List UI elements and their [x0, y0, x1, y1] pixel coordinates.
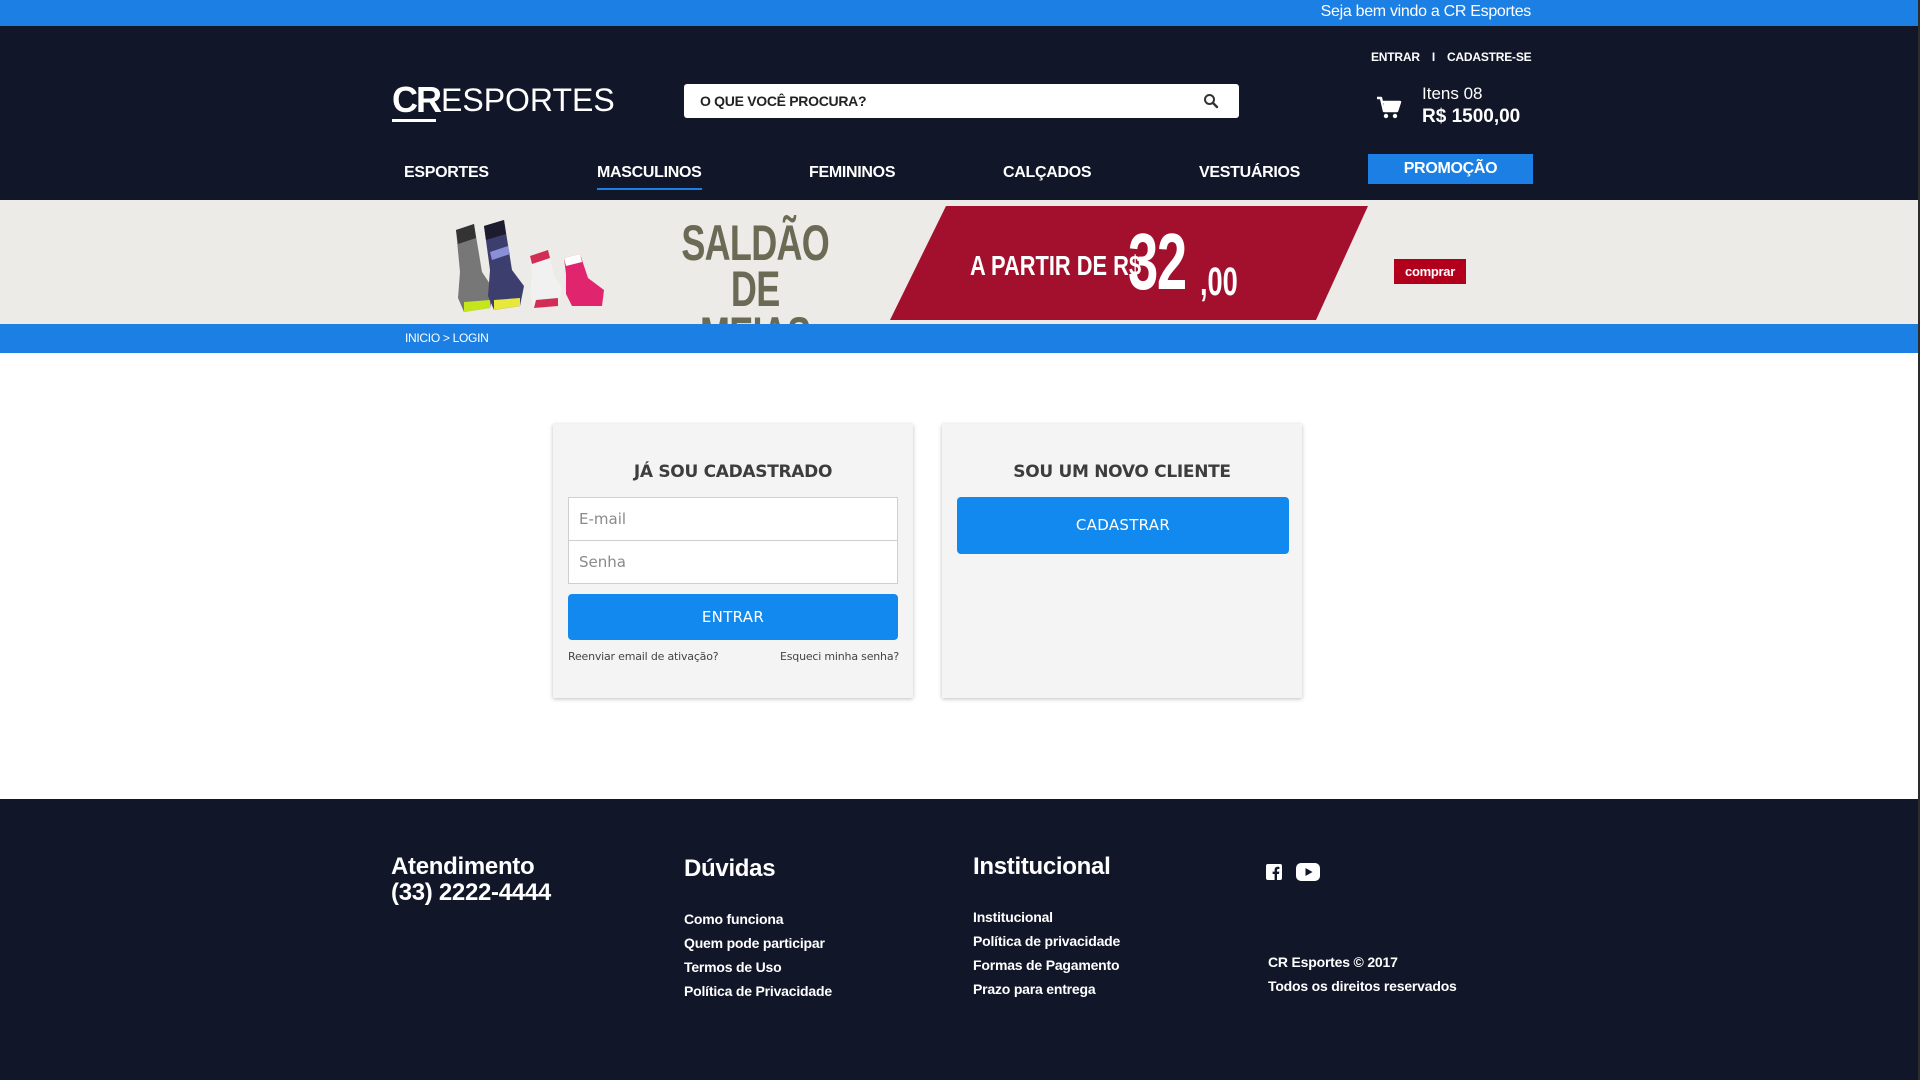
nav-item-calcados[interactable]: CALÇADOS	[1003, 164, 1092, 182]
footer-institutional-links: Institucional Política de privacidade Fo…	[973, 905, 1120, 1001]
site-header: ENTRAR I CADASTRE-SE CR ESPORTES Itens 0…	[0, 26, 1920, 200]
login-panel: JÁ SOU CADASTRADO ENTRAR Reenviar email …	[553, 424, 913, 698]
email-field[interactable]	[568, 497, 898, 541]
logo-light: ESPORTES	[441, 82, 615, 118]
search-box	[684, 84, 1239, 118]
socks-image	[456, 220, 604, 312]
login-title: JÁ SOU CADASTRADO	[633, 462, 833, 482]
facebook-icon[interactable]	[1266, 864, 1282, 880]
password-field[interactable]	[568, 540, 898, 584]
search-icon[interactable]	[1203, 93, 1219, 109]
footer-copyright: CR Esportes © 2017 Todos os direitos res…	[1268, 950, 1457, 998]
footer-faq-link[interactable]: Termos de Uso	[684, 955, 832, 979]
footer-faq-link[interactable]: Quem pode participar	[684, 931, 832, 955]
footer-institutional-link[interactable]: Prazo para entrega	[973, 977, 1120, 1001]
auth-separator: I	[1431, 50, 1435, 64]
banner-headline-1: SALDÃO	[681, 215, 830, 271]
footer-contact-title: Atendimento	[391, 853, 535, 880]
footer-phone: (33) 2222-4444	[391, 879, 551, 906]
register-button[interactable]: CADASTRAR	[957, 497, 1289, 554]
footer-institutional-link[interactable]: Institucional	[973, 905, 1120, 929]
banner-from-label: A PARTIR DE R$	[970, 250, 1142, 281]
cart-items: Itens 08	[1422, 84, 1483, 103]
nav-item-masculinos[interactable]: MASCULINOS	[597, 164, 702, 190]
footer-faq-title: Dúvidas	[684, 855, 776, 882]
main-nav: ESPORTES MASCULINOS FEMININOS CALÇADOS V…	[0, 152, 1920, 198]
nav-item-vestuarios[interactable]: VESTUÁRIOS	[1199, 164, 1300, 182]
copyright-line-1: CR Esportes © 2017	[1268, 954, 1398, 970]
logo-bold: CR	[392, 79, 442, 122]
resend-activation-link[interactable]: Reenviar email de ativação?	[568, 650, 719, 663]
banner-price-cents: ,00	[1200, 260, 1238, 304]
banner-headline: SALDÃO DE MEIAS	[676, 215, 834, 324]
forgot-password-link[interactable]: Esqueci minha senha?	[780, 650, 899, 663]
site-logo[interactable]: CR ESPORTES	[392, 82, 615, 122]
nav-item-femininos[interactable]: FEMININOS	[809, 164, 896, 182]
auth-links: ENTRAR I CADASTRE-SE	[1371, 50, 1532, 64]
welcome-bar: Seja bem vindo a CR Esportes	[0, 0, 1920, 26]
welcome-text: Seja bem vindo a CR Esportes	[1320, 3, 1532, 20]
footer-institutional-link[interactable]: Formas de Pagamento	[973, 953, 1120, 977]
footer-faq-link[interactable]: Política de Privacidade	[684, 979, 832, 1003]
signup-link[interactable]: CADASTRE-SE	[1447, 50, 1532, 64]
breadcrumb-bar: INICIO > LOGIN	[0, 324, 1920, 353]
banner-price: 32	[1128, 217, 1187, 306]
cart-total: R$ 1500,00	[1422, 106, 1521, 127]
youtube-icon[interactable]	[1296, 863, 1320, 881]
search-input[interactable]	[684, 84, 1164, 118]
register-panel: SOU UM NOVO CLIENTE CADASTRAR	[942, 424, 1302, 698]
register-title: SOU UM NOVO CLIENTE	[1013, 462, 1231, 482]
banner-headline-2: DE MEIAS	[700, 261, 811, 324]
nav-item-promocao[interactable]: PROMOÇÃO	[1368, 154, 1533, 184]
footer-faq-link[interactable]: Como funciona	[684, 907, 832, 931]
login-button[interactable]: ENTRAR	[568, 594, 898, 640]
site-footer: Atendimento (33) 2222-4444 Dúvidas Como …	[0, 799, 1920, 1080]
promo-banner[interactable]: SALDÃO DE MEIAS A PARTIR DE R$ 32 ,00 co…	[0, 200, 1920, 324]
footer-institutional-title: Institucional	[973, 853, 1111, 880]
footer-institutional-link[interactable]: Política de privacidade	[973, 929, 1120, 953]
banner-buy-button[interactable]: comprar	[1394, 259, 1466, 284]
nav-item-esportes[interactable]: ESPORTES	[404, 164, 489, 182]
social-links	[1266, 863, 1320, 881]
copyright-line-2: Todos os direitos reservados	[1268, 978, 1457, 994]
cart-icon[interactable]	[1376, 96, 1402, 120]
breadcrumb[interactable]: INICIO > LOGIN	[405, 331, 489, 345]
footer-faq-links: Como funciona Quem pode participar Termo…	[684, 907, 832, 1003]
login-link[interactable]: ENTRAR	[1371, 50, 1420, 64]
